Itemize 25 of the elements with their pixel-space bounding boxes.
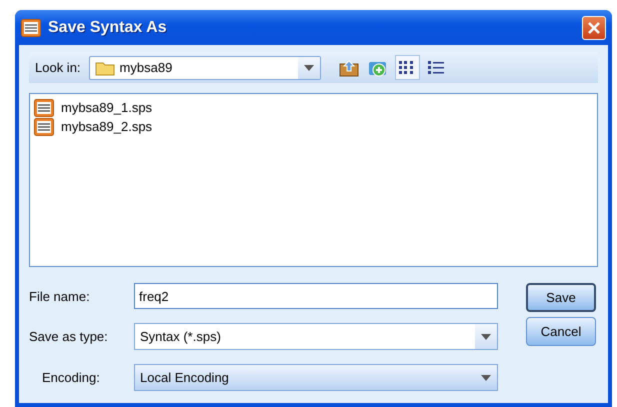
save-button[interactable]: Save xyxy=(526,283,596,312)
dropdown-value: Syntax (*.sps) xyxy=(140,329,222,344)
list-view-icon xyxy=(427,60,446,76)
close-button[interactable] xyxy=(582,16,606,40)
look-in-dropdown[interactable]: mybsa89 xyxy=(88,56,321,80)
cancel-button[interactable]: Cancel xyxy=(526,317,596,346)
field-label: Encoding: xyxy=(41,370,101,385)
encoding-dropdown[interactable]: Local Encoding xyxy=(134,364,498,391)
folder-icon xyxy=(94,60,115,76)
file-icon xyxy=(34,118,54,136)
file-name[interactable]: mybsa89_2.sps xyxy=(61,119,152,134)
type-dropdown[interactable]: Syntax (*.sps) xyxy=(134,323,498,350)
file-name[interactable]: mybsa89_1.sps xyxy=(61,100,152,115)
document-lines-icon xyxy=(21,18,41,36)
file-name-field[interactable]: freq2 xyxy=(134,283,498,309)
window-title: Save Syntax As xyxy=(48,18,168,36)
list-view-button[interactable] xyxy=(394,55,420,80)
up-folder-icon xyxy=(339,58,360,76)
look-in-value: mybsa89 xyxy=(120,60,174,75)
dropdown-value: Local Encoding xyxy=(140,370,230,385)
file-icon xyxy=(34,98,54,116)
field-label: Save as type: xyxy=(29,329,109,344)
look-in-label: Look in: xyxy=(35,60,81,75)
close-icon xyxy=(587,20,601,34)
field-label: File name: xyxy=(29,288,91,304)
